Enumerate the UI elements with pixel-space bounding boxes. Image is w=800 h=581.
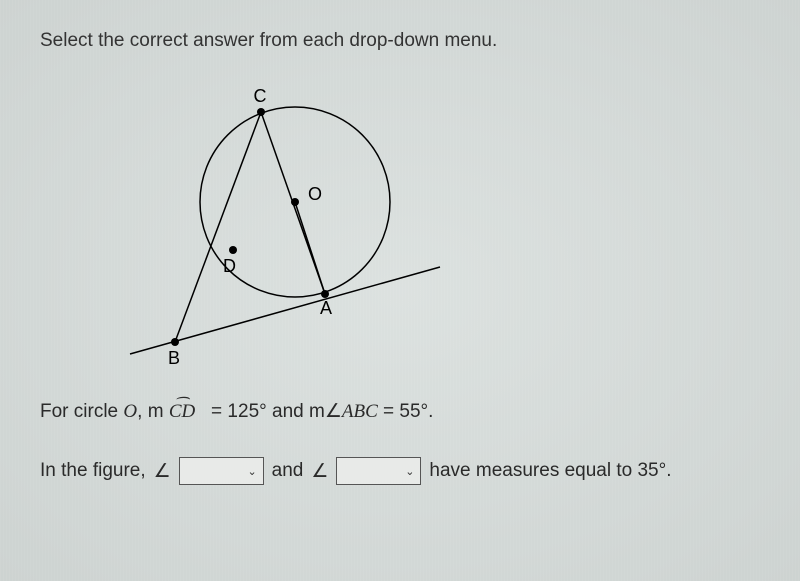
arc-cd: CD [169,397,195,427]
circle-diagram: C O D A B [120,72,450,372]
dropdown-angle-1[interactable]: ⌄ [179,457,264,485]
label-b: B [168,348,180,368]
problem-statement: For circle O, m CD = 125° and m∠ABC = 55… [40,397,760,427]
label-a: A [320,298,332,318]
dropdown-angle-2[interactable]: ⌄ [336,457,421,485]
label-d: D [223,256,236,276]
label-c: C [254,86,267,106]
chevron-down-icon: ⌄ [247,465,256,478]
angle-symbol-1: ∠ [154,460,171,483]
chevron-down-icon: ⌄ [405,465,414,478]
answer-prefix: In the figure, [40,460,146,482]
geometry-figure: C O D A B [120,72,760,377]
label-o: O [308,184,322,204]
answer-line: In the figure, ∠ ⌄ and ∠ ⌄ have measures… [40,457,760,485]
instruction-text: Select the correct answer from each drop… [40,30,760,52]
angle-symbol-2: ∠ [311,460,328,483]
and-text: and [272,460,304,482]
answer-suffix: have measures equal to 35°. [429,460,671,482]
